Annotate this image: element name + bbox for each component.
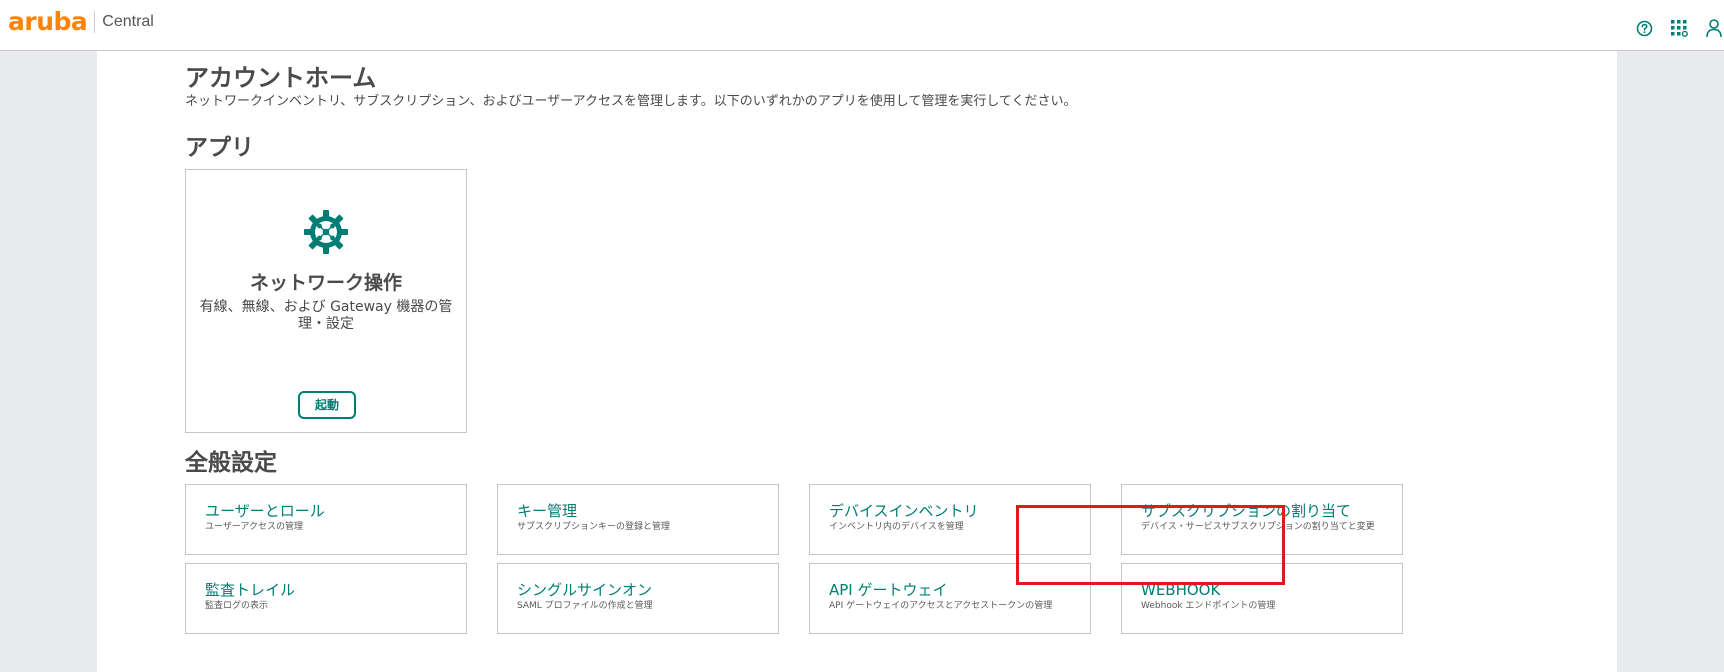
setting-subtitle: ユーザーアクセスの管理 (205, 522, 304, 532)
audit-trail-card[interactable]: 監査トレイル 監査ログの表示 (185, 563, 467, 634)
page-title: アカウントホーム (185, 64, 377, 92)
setting-title: シングルサインオン (517, 581, 653, 599)
app-card-subtitle: 有線、無線、および Gateway 機器の管理・設定 (199, 299, 453, 332)
apps-heading: アプリ (185, 135, 254, 161)
subscription-assignment-card[interactable]: サブスクリプションの割り当て デバイス・サービスサブスクリプションの割り当てと変… (1121, 484, 1403, 555)
general-settings-heading: 全般設定 (185, 450, 277, 476)
setting-title: WEBHOOK (1141, 581, 1221, 599)
setting-title: 監査トレイル (205, 581, 296, 599)
top-bar: aruba Central (0, 0, 1724, 51)
setting-title: キー管理 (517, 502, 578, 520)
users-and-roles-card[interactable]: ユーザーとロール ユーザーアクセスの管理 (185, 484, 467, 555)
help-icon[interactable] (1634, 18, 1654, 38)
main-content: アカウントホーム ネットワークインベントリ、サブスクリプション、およびユーザーア… (97, 51, 1617, 672)
setting-title: サブスクリプションの割り当て (1141, 502, 1352, 520)
apps-grid-icon[interactable] (1669, 18, 1689, 38)
key-management-card[interactable]: キー管理 サブスクリプションキーの登録と管理 (497, 484, 779, 555)
header-actions (1619, 18, 1724, 38)
brand-divider (94, 11, 96, 33)
api-gateway-card[interactable]: API ゲートウェイ API ゲートウェイのアクセスとアクセストークンの管理 (809, 563, 1091, 634)
aruba-logo: aruba (8, 7, 88, 36)
brand[interactable]: aruba Central (8, 9, 154, 35)
webhook-card[interactable]: WEBHOOK Webhook エンドポイントの管理 (1121, 563, 1403, 634)
page-description: ネットワークインベントリ、サブスクリプション、およびユーザーアクセスを管理します… (185, 94, 1077, 109)
setting-subtitle: Webhook エンドポイントの管理 (1141, 601, 1276, 611)
setting-title: ユーザーとロール (205, 502, 325, 520)
product-name: Central (102, 13, 154, 30)
network-gear-icon (303, 209, 349, 255)
setting-title: API ゲートウェイ (829, 581, 948, 599)
setting-subtitle: SAML プロファイルの作成と管理 (517, 601, 653, 611)
device-inventory-card[interactable]: デバイスインベントリ インベントリ内のデバイスを管理 (809, 484, 1091, 555)
setting-title: デバイスインベントリ (829, 502, 979, 520)
setting-subtitle: API ゲートウェイのアクセスとアクセストークンの管理 (829, 601, 1053, 611)
user-icon[interactable] (1704, 18, 1724, 38)
setting-subtitle: 監査ログの表示 (205, 601, 269, 611)
launch-button[interactable]: 起動 (298, 391, 356, 419)
single-sign-on-card[interactable]: シングルサインオン SAML プロファイルの作成と管理 (497, 563, 779, 634)
app-card-title: ネットワーク操作 (249, 272, 402, 294)
network-operations-card: ネットワーク操作 有線、無線、および Gateway 機器の管理・設定 起動 (185, 169, 467, 433)
setting-subtitle: サブスクリプションキーの登録と管理 (517, 522, 671, 532)
setting-subtitle: デバイス・サービスサブスクリプションの割り当てと変更 (1141, 522, 1375, 532)
setting-subtitle: インベントリ内のデバイスを管理 (829, 522, 964, 532)
